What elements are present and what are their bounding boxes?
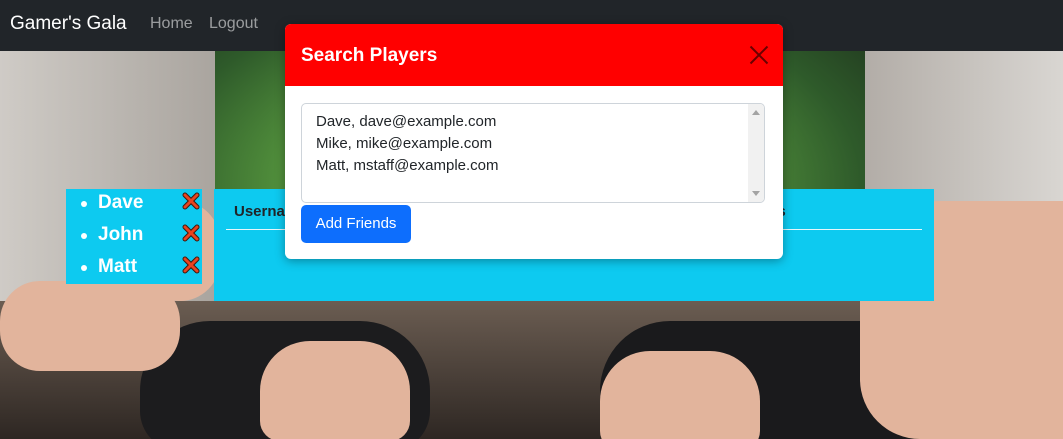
friends-list-panel: Dave John Matt: [66, 189, 202, 284]
add-friends-button[interactable]: Add Friends: [301, 205, 411, 243]
close-icon[interactable]: [749, 45, 769, 65]
bullet-icon: [81, 265, 87, 271]
players-textarea[interactable]: Dave, dave@example.com Mike, mike@exampl…: [301, 103, 765, 203]
friend-name: Matt: [98, 256, 138, 277]
background-hand: [600, 351, 760, 439]
modal-title: Search Players: [301, 45, 438, 66]
friend-item: Dave: [66, 189, 202, 221]
textarea-line: Matt, mstaff@example.com: [316, 157, 499, 174]
textarea-scrollbar[interactable]: [748, 104, 764, 202]
remove-friend-icon[interactable]: [182, 224, 200, 242]
brand-logo-text[interactable]: Gamer's Gala: [10, 13, 127, 35]
scroll-up-arrow-icon[interactable]: [752, 110, 760, 115]
search-players-modal: Search Players Dave, dave@example.com Mi…: [285, 24, 783, 259]
friend-name: John: [98, 224, 144, 245]
background-hand: [260, 341, 410, 439]
textarea-line: Mike, mike@example.com: [316, 135, 493, 152]
background-hand: [0, 281, 180, 371]
bullet-icon: [81, 201, 87, 207]
nav-link-logout[interactable]: Logout: [209, 15, 258, 33]
bullet-icon: [81, 233, 87, 239]
friend-item: Matt: [66, 253, 202, 285]
scroll-down-arrow-icon[interactable]: [752, 191, 760, 196]
textarea-line: Dave, dave@example.com: [316, 113, 497, 130]
friend-name: Dave: [98, 192, 144, 213]
remove-friend-icon[interactable]: [182, 256, 200, 274]
nav-link-home[interactable]: Home: [150, 15, 193, 33]
table-header-username: Userna: [234, 203, 285, 220]
remove-friend-icon[interactable]: [182, 192, 200, 210]
friend-item: John: [66, 221, 202, 253]
modal-header: Search Players: [285, 24, 783, 86]
